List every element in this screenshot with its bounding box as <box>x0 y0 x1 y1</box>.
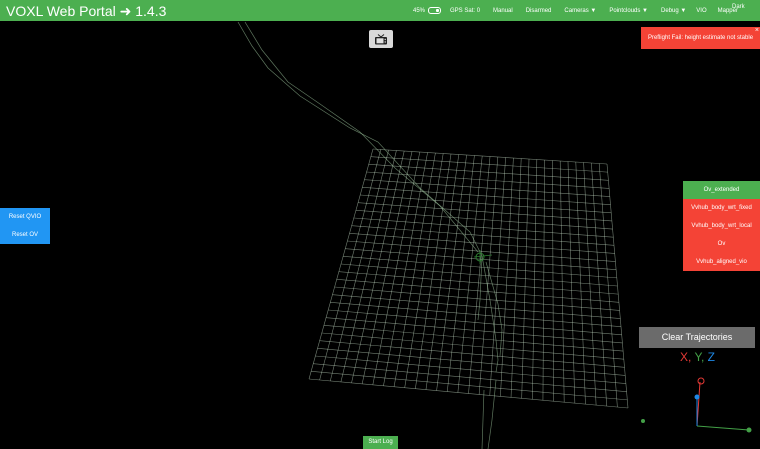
frame-list: Ov_extended Vvhub_body_wrt_fixed Vvhub_b… <box>683 181 760 271</box>
axis-separator: , <box>688 350 692 364</box>
frame-ov-extended[interactable]: Ov_extended <box>683 181 760 199</box>
close-icon[interactable]: × <box>755 27 759 34</box>
battery-percent: 45% <box>413 7 426 14</box>
battery-indicator: 45% <box>413 7 442 14</box>
flight-mode: Manual <box>493 7 513 14</box>
video-toggle-button[interactable] <box>369 30 393 48</box>
axes-legend: X, Y, Z <box>680 350 715 364</box>
ground-grid <box>308 148 629 409</box>
battery-icon <box>428 7 442 14</box>
axis-z-label: Z <box>707 350 715 364</box>
gps-status: GPS Sat: 0 <box>450 7 481 14</box>
tv-icon <box>375 33 387 44</box>
frame-vvhub-aligned-vio[interactable]: Vvhub_aligned_vio <box>683 253 760 271</box>
frame-vvhub-body-wrt-fixed[interactable]: Vvhub_body_wrt_fixed <box>683 199 760 217</box>
nav-cameras[interactable]: Cameras ▼ <box>564 8 596 14</box>
nav-vio[interactable]: VIO <box>696 8 706 14</box>
axis-x-label: X <box>680 350 689 364</box>
axis-separator: , <box>700 350 705 364</box>
clear-trajectories-button[interactable]: Clear Trajectories <box>639 327 755 348</box>
axes-gizmo <box>641 377 752 433</box>
scene-viewport[interactable] <box>0 0 760 449</box>
nav-items: 45% GPS Sat: 0 Manual Disarmed Cameras ▼… <box>413 0 738 21</box>
vio-reset-panel: Reset QVIO Reset OV <box>0 208 50 244</box>
reset-ov-button[interactable]: Reset OV <box>0 226 50 244</box>
alert-message: Preflight Fail: height estimate not stab… <box>647 35 754 41</box>
app-title[interactable]: VOXL Web Portal ➜ 1.4.3 <box>6 2 166 20</box>
reset-qvio-button[interactable]: Reset QVIO <box>0 208 50 226</box>
nav-pointclouds[interactable]: Pointclouds ▼ <box>609 8 648 14</box>
nav-debug[interactable]: Debug ▼ <box>661 8 686 14</box>
frame-ov[interactable]: Ov <box>683 235 760 253</box>
start-log-button[interactable]: Start Log <box>363 436 398 449</box>
preflight-alert: Preflight Fail: height estimate not stab… <box>641 27 760 49</box>
arm-state: Disarmed <box>525 7 552 14</box>
top-nav-bar: VOXL Web Portal ➜ 1.4.3 45% GPS Sat: 0 M… <box>0 0 760 21</box>
theme-toggle[interactable]: Dark <box>732 4 745 10</box>
frame-vvhub-body-wrt-local[interactable]: Vvhub_body_wrt_local <box>683 217 760 235</box>
